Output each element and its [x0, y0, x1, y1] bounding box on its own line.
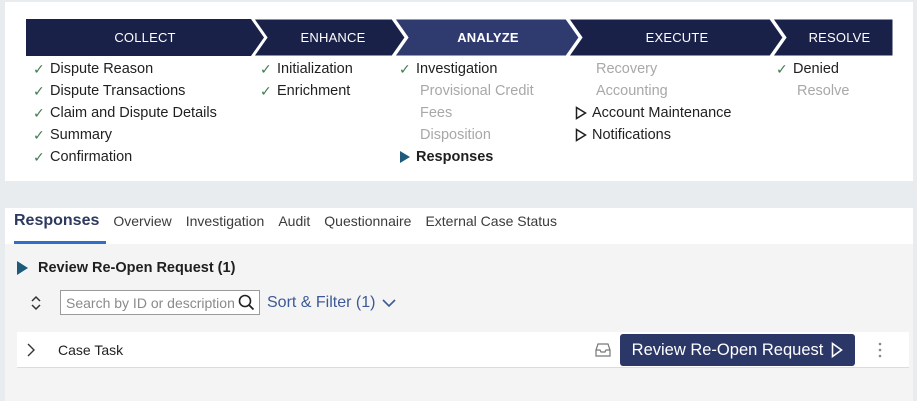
play-icon [399, 150, 416, 164]
step-item: Recovery [575, 58, 731, 80]
check-icon: ✓ [399, 60, 411, 77]
step-label: Fees [420, 105, 453, 121]
stage-analyze-label: ANALYZE [457, 30, 519, 45]
stage-analyze[interactable]: ANALYZE [408, 19, 568, 56]
step-item[interactable]: Notifications [575, 124, 731, 146]
step-item: Accounting [575, 80, 731, 102]
enhance-steps: ✓ Initialization ✓ Enrichment [260, 58, 353, 102]
case-tabs-panel: Responses Overview Investigation Audit Q… [5, 208, 913, 401]
step-item: ✓ Enrichment [260, 80, 353, 102]
case-task-label: Case Task [58, 341, 124, 358]
stage-collect[interactable]: COLLECT [26, 19, 264, 56]
play-outline-icon [575, 128, 592, 142]
stage-collect-label: COLLECT [114, 30, 176, 45]
play-outline-icon [575, 106, 592, 120]
sort-filter-button[interactable]: Sort & Filter (1) [267, 294, 397, 312]
step-item: ✓ Dispute Reason [33, 58, 217, 80]
step-label: Account Maintenance [592, 105, 732, 121]
stage-resolve-label: RESOLVE [808, 30, 871, 45]
step-label: Accounting [596, 83, 668, 99]
step-label: Recovery [596, 61, 658, 77]
stage-enhance[interactable]: ENHANCE [267, 19, 399, 56]
resolve-steps: ✓ Denied Resolve [776, 58, 849, 102]
step-label: Provisional Credit [420, 83, 534, 99]
check-icon: ✓ [33, 82, 45, 99]
chevron-right-icon[interactable] [26, 342, 40, 358]
execute-steps: Recovery Accounting Account Maintenance … [575, 58, 731, 146]
step-item: Disposition [399, 124, 534, 146]
search-input[interactable]: Search by ID or description [60, 290, 260, 315]
step-item[interactable]: Account Maintenance [575, 102, 731, 124]
step-item: ✓ Initialization [260, 58, 353, 80]
step-label: Responses [416, 149, 494, 165]
stage-execute[interactable]: EXECUTE [582, 19, 772, 56]
sort-toggle-icon[interactable] [30, 294, 44, 312]
search-icon[interactable] [238, 294, 255, 314]
section-header[interactable]: Review Re-Open Request (1) [17, 260, 235, 276]
tab-external-case-status[interactable]: External Case Status [425, 208, 564, 244]
check-icon: ✓ [33, 148, 45, 165]
more-options-icon[interactable] [877, 342, 883, 358]
tab-investigation[interactable]: Investigation [186, 208, 272, 244]
step-label: Denied [793, 61, 839, 77]
case-stages-panel: COLLECT ENHANCE ANALYZE EXECUTE RESOLVE … [5, 2, 913, 181]
collect-steps: ✓ Dispute Reason ✓ Dispute Transactions ✓ C… [33, 58, 217, 168]
step-label: Dispute Reason [50, 61, 154, 77]
check-icon: ✓ [776, 60, 788, 77]
sort-filter-label: Sort & Filter (1) [267, 293, 376, 311]
check-icon: ✓ [260, 60, 272, 77]
step-label: Dispute Transactions [50, 83, 186, 99]
check-icon: ✓ [33, 104, 45, 121]
step-label: Notifications [592, 127, 671, 143]
tab-bar: Responses Overview Investigation Audit Q… [5, 208, 913, 244]
tab-audit[interactable]: Audit [278, 208, 317, 244]
step-item: Fees [399, 102, 534, 124]
step-label: Summary [50, 127, 113, 143]
step-item: ✓ Confirmation [33, 146, 217, 168]
step-item: ✓ Summary [33, 124, 217, 146]
check-icon: ✓ [33, 126, 45, 143]
step-item: ✓ Dispute Transactions [33, 80, 217, 102]
stage-enhance-label: ENHANCE [300, 30, 366, 45]
tab-questionnaire[interactable]: Questionnaire [324, 208, 418, 244]
list-toolbar: Search by ID or description Sort & Filte… [30, 290, 397, 315]
check-icon: ✓ [33, 60, 45, 77]
tab-overview[interactable]: Overview [113, 208, 178, 244]
search-placeholder: Search by ID or description [66, 294, 234, 311]
step-item-current[interactable]: Responses [399, 146, 534, 168]
inbox-icon[interactable] [594, 342, 612, 363]
step-item: ✓ Denied [776, 58, 849, 80]
step-item: ✓ Claim and Dispute Details [33, 102, 217, 124]
analyze-steps: ✓ Investigation Provisional Credit Fees D… [399, 58, 534, 168]
stage-execute-label: EXECUTE [645, 30, 709, 45]
step-label: Claim and Dispute Details [50, 105, 217, 121]
step-item: ✓ Investigation [399, 58, 534, 80]
review-reopen-request-button[interactable]: Review Re-Open Request [620, 334, 855, 366]
review-button-label: Review Re-Open Request [631, 340, 824, 359]
step-label: Resolve [797, 83, 850, 99]
step-item: Provisional Credit [399, 80, 534, 102]
play-outline-icon [832, 342, 844, 358]
step-label: Investigation [416, 61, 498, 77]
case-task-row[interactable]: Case Task Review Re-Open Request [17, 332, 909, 368]
check-icon: ✓ [260, 82, 272, 99]
step-label: Disposition [420, 127, 491, 143]
step-label: Initialization [277, 61, 353, 77]
collapse-triangle-icon [17, 261, 28, 275]
section-title: Review Re-Open Request (1) [38, 260, 236, 276]
step-label: Confirmation [50, 149, 133, 165]
step-label: Enrichment [277, 83, 351, 99]
tab-responses[interactable]: Responses [14, 208, 107, 244]
stage-chevron-bar: COLLECT ENHANCE ANALYZE EXECUTE RESOLVE [26, 19, 893, 56]
chevron-down-icon [382, 298, 397, 307]
step-item: Resolve [776, 80, 849, 102]
stage-resolve[interactable]: RESOLVE [786, 19, 893, 56]
